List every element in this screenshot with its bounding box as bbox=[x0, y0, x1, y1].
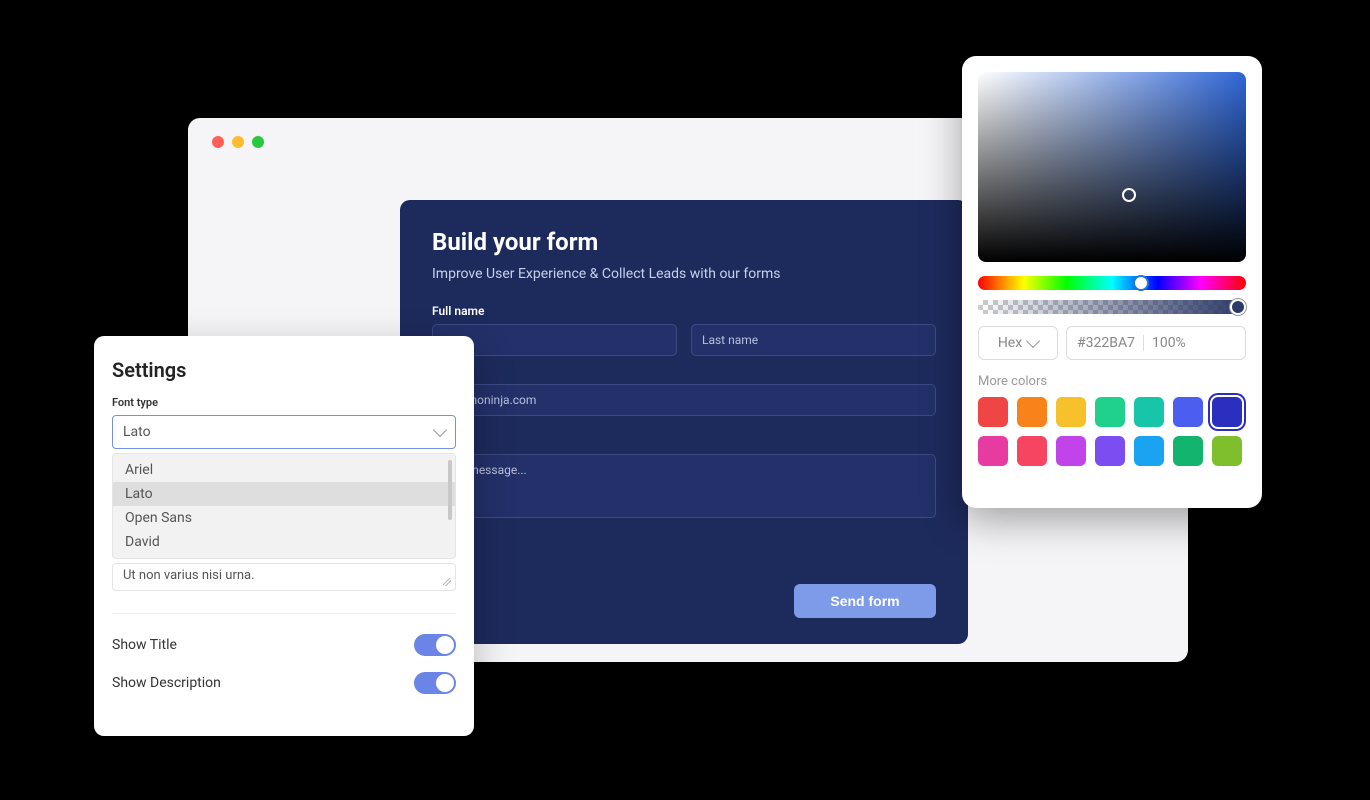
color-mode-select[interactable]: Hex bbox=[978, 326, 1058, 360]
settings-title: Settings bbox=[112, 358, 456, 382]
color-swatch[interactable] bbox=[1212, 436, 1242, 466]
color-swatch[interactable] bbox=[978, 436, 1008, 466]
color-swatch[interactable] bbox=[1173, 397, 1203, 427]
hue-slider-handle[interactable] bbox=[1133, 275, 1149, 291]
message-label: e bbox=[432, 434, 936, 448]
color-swatch-grid bbox=[978, 397, 1246, 466]
form-preview-card: Build your form Improve User Experience … bbox=[400, 200, 968, 644]
window-zoom-icon[interactable] bbox=[252, 136, 264, 148]
divider bbox=[1143, 335, 1144, 351]
sv-picker-handle[interactable] bbox=[1122, 188, 1136, 202]
last-name-input[interactable]: Last name bbox=[691, 324, 936, 356]
color-picker-panel: Hex #322BA7 100% More colors bbox=[962, 56, 1262, 508]
color-swatch[interactable] bbox=[1134, 397, 1164, 427]
saturation-value-picker[interactable] bbox=[978, 72, 1246, 262]
font-option[interactable]: Ariel bbox=[113, 458, 455, 482]
alpha-slider-handle[interactable] bbox=[1230, 299, 1246, 315]
color-swatch[interactable] bbox=[978, 397, 1008, 427]
font-type-label: Font type bbox=[112, 396, 456, 409]
font-select-value: Lato bbox=[123, 424, 151, 440]
window-close-icon[interactable] bbox=[212, 136, 224, 148]
show-title-toggle[interactable] bbox=[414, 634, 456, 656]
form-title: Build your form bbox=[432, 228, 936, 256]
show-description-toggle[interactable] bbox=[414, 672, 456, 694]
dropdown-scrollbar[interactable] bbox=[448, 460, 452, 520]
color-swatch[interactable] bbox=[1173, 436, 1203, 466]
divider bbox=[112, 613, 456, 614]
chevron-down-icon bbox=[433, 423, 447, 437]
color-swatch[interactable] bbox=[1095, 397, 1125, 427]
font-option[interactable]: Open Sans bbox=[113, 506, 455, 530]
font-option[interactable]: David bbox=[113, 530, 455, 554]
sample-text-input[interactable]: Ut non varius nisi urna. bbox=[112, 563, 456, 591]
color-swatch[interactable] bbox=[1056, 436, 1086, 466]
color-swatch[interactable] bbox=[1017, 397, 1047, 427]
font-select[interactable]: Lato bbox=[112, 415, 456, 449]
color-swatch[interactable] bbox=[1095, 436, 1125, 466]
email-input[interactable]: commoninja.com bbox=[432, 384, 936, 416]
color-swatch[interactable] bbox=[1134, 436, 1164, 466]
alpha-value: 100% bbox=[1152, 335, 1186, 351]
more-colors-label: More colors bbox=[978, 374, 1246, 389]
settings-panel: Settings Font type Lato Ariel Lato Open … bbox=[94, 336, 474, 736]
message-textarea[interactable]: us a message... bbox=[432, 454, 936, 518]
chevron-down-icon bbox=[1026, 334, 1040, 348]
form-subtitle: Improve User Experience & Collect Leads … bbox=[432, 266, 936, 282]
color-swatch[interactable] bbox=[1212, 397, 1242, 427]
alpha-slider[interactable] bbox=[978, 300, 1246, 314]
fullname-label: Full name bbox=[432, 304, 936, 318]
window-minimize-icon[interactable] bbox=[232, 136, 244, 148]
color-mode-value: Hex bbox=[998, 335, 1022, 351]
hue-slider[interactable] bbox=[978, 276, 1246, 290]
color-swatch[interactable] bbox=[1017, 436, 1047, 466]
send-form-button[interactable]: Send form bbox=[794, 584, 936, 618]
hex-value: #322BA7 bbox=[1077, 335, 1135, 351]
color-swatch[interactable] bbox=[1056, 397, 1086, 427]
font-dropdown: Ariel Lato Open Sans David bbox=[112, 453, 456, 559]
show-description-label: Show Description bbox=[112, 675, 221, 691]
show-title-label: Show Title bbox=[112, 637, 177, 653]
hex-input[interactable]: #322BA7 100% bbox=[1066, 326, 1246, 360]
font-option[interactable]: Lato bbox=[113, 482, 455, 506]
